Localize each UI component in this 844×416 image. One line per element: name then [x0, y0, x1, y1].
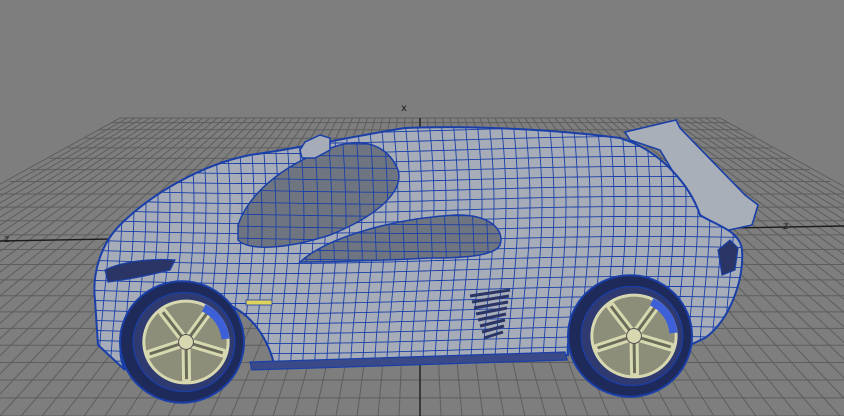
rear-wheel[interactable]	[567, 274, 693, 398]
viewport-scene[interactable]	[0, 0, 844, 416]
front-wheel[interactable]	[119, 280, 245, 404]
side-marker-light	[245, 299, 273, 306]
axis-label-z-left: z	[4, 234, 10, 245]
axis-label-x: x	[401, 103, 407, 114]
3d-viewport[interactable]: x z z	[0, 0, 844, 416]
axis-label-z-right: z	[783, 221, 789, 232]
